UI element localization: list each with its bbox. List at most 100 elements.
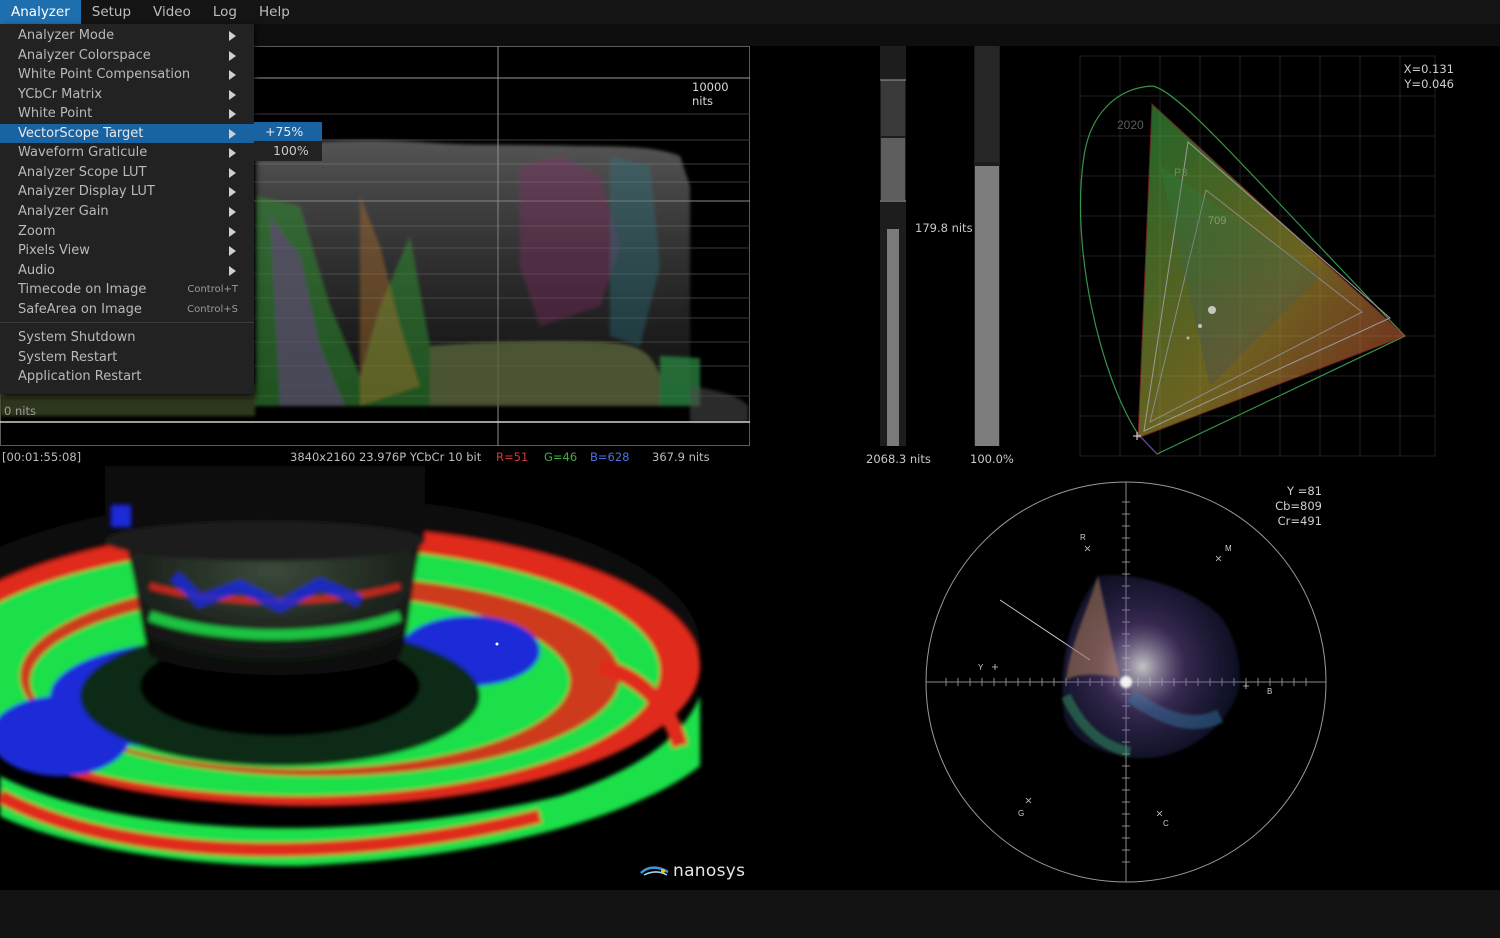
waveform-top-label: 10000 nits [692,80,729,108]
vectorscope-trace [1061,575,1240,759]
menu-item-label: System Restart [18,349,118,365]
menu-item-analyzer-scope-lut[interactable]: Analyzer Scope LUT [0,163,254,182]
menu-help[interactable]: Help [248,0,301,24]
target-m: M [1225,544,1232,553]
menu-item-label: SafeArea on Image [18,301,142,317]
menu-item-timecode-on-image[interactable]: Timecode on Image Control+T [0,280,254,299]
r-value: R=51 [496,450,529,464]
submenu-arrow-icon [229,167,236,178]
nanosys-logo: nanosys [640,860,745,882]
menu-video[interactable]: Video [142,0,202,24]
cie-readout: X=0.131 Y=0.046 [1396,62,1454,92]
menu-item-analyzer-gain[interactable]: Analyzer Gain [0,202,254,221]
gamut-label-709: 709 [1208,215,1226,227]
submenu-arrow-icon [229,265,236,276]
target-b: B [1267,687,1272,696]
menu-item-label: Analyzer Gain [18,203,109,219]
submenu-arrow-icon [229,109,236,120]
menu-item-pixels-view[interactable]: Pixels View [0,241,254,260]
menu-separator [0,322,254,323]
menu-item-label: Waveform Graticule [18,145,148,161]
menu-item-label: Pixels View [18,243,90,259]
menu-item-shortcut: Control+T [187,284,238,296]
cie-readout-y: Y=0.046 [1404,77,1454,91]
vectorscope-readout-cb: Cb=809 [1275,499,1322,513]
waveform-bottom-label: 0 nits [4,404,36,418]
submenu-arrow-icon [229,246,236,257]
menu-item-label: Application Restart [18,369,142,385]
g-value: G=46 [544,450,578,464]
submenu-arrow-icon [229,226,236,237]
cie-chromaticity-plot: 2020 P3 709 [1060,46,1480,466]
timecode: [00:01:55:08] [2,450,82,464]
b-value: B=628 [590,450,630,464]
submenu-item-100[interactable]: 100% [254,141,322,160]
status-strip [0,890,1500,938]
menu-item-label: Analyzer Display LUT [18,184,155,200]
percent-meter-fill [975,166,999,446]
logo-text: nanosys [673,861,746,881]
menu-item-label: Analyzer Scope LUT [18,164,147,180]
menu-bar: Analyzer Setup Video Log Help [0,0,1500,24]
target-r: R [1080,533,1086,542]
menu-item-audio[interactable]: Audio [0,261,254,280]
target-c: C [1163,819,1169,828]
menu-item-white-point-compensation[interactable]: White Point Compensation [0,65,254,84]
menu-item-system-shutdown[interactable]: System Shutdown [0,328,254,347]
cie-readout-x: X=0.131 [1403,62,1454,76]
gamut-label-p3: P3 [1174,167,1187,179]
submenu-arrow-icon [229,206,236,217]
format-info: 3840x2160 23.976P YCbCr 10 bit [290,450,482,464]
vectorscope-target-submenu: +75% 100% [254,122,322,161]
menu-item-label: VectorScope Target [18,125,144,141]
vectorscope-readout-y: Y =81 [1287,484,1322,498]
nits-meter-mid-label: 179.8 nits [915,221,973,235]
nits-meter-bottom-label: 2068.3 nits [866,452,931,466]
analyzer-menu-dropdown: Analyzer Mode Analyzer Colorspace White Po… [0,24,254,394]
menu-item-label: YCbCr Matrix [18,86,103,102]
menu-item-analyzer-colorspace[interactable]: Analyzer Colorspace [0,46,254,65]
nits-meter [880,46,906,446]
submenu-arrow-icon [229,50,236,61]
submenu-arrow-icon [229,70,236,81]
nits-meter-fill [887,229,899,446]
percent-meter [974,46,1000,446]
menu-item-white-point[interactable]: White Point [0,104,254,123]
nits-value: 367.9 nits [652,450,710,464]
gamut-label-2020: 2020 [1117,118,1144,132]
submenu-arrow-icon [229,31,236,41]
menu-setup[interactable]: Setup [81,0,142,24]
vectorscope-readout-cr: Cr=491 [1277,514,1322,528]
menu-item-system-restart[interactable]: System Restart [0,348,254,367]
menu-item-safearea-on-image[interactable]: SafeArea on Image Control+S [0,300,254,319]
false-color-image [0,466,760,890]
vectorscope: R M B C G Y [920,476,1332,888]
menu-item-ycbcr-matrix[interactable]: YCbCr Matrix [0,85,254,104]
menu-item-waveform-graticule[interactable]: Waveform Graticule [0,143,254,162]
nanosys-swoosh-icon [640,866,669,876]
menu-item-label: Analyzer Mode [18,28,115,43]
menu-item-label: White Point Compensation [18,67,191,83]
submenu-arrow-icon [229,187,236,198]
menu-item-zoom[interactable]: Zoom [0,222,254,241]
menu-log[interactable]: Log [202,0,248,24]
submenu-arrow-icon [229,89,236,100]
menu-item-label: Audio [18,262,55,278]
submenu-arrow-icon [229,148,236,159]
menu-item-shortcut: Control+S [187,303,238,315]
menu-item-label: Timecode on Image [18,282,147,298]
submenu-item-75[interactable]: +75% [254,122,322,141]
submenu-arrow-icon [229,128,236,139]
percent-meter-bottom-label: 100.0% [970,452,1014,466]
target-y: Y [978,663,984,672]
info-bar: [00:01:55:08] 3840x2160 23.976P YCbCr 10… [0,450,750,466]
menu-item-label: System Shutdown [18,330,136,345]
menu-item-application-restart[interactable]: Application Restart [0,367,254,386]
target-g: G [1018,809,1024,818]
menu-item-vectorscope-target[interactable]: VectorScope Target [0,123,254,143]
menu-analyzer[interactable]: Analyzer [0,0,81,24]
menu-item-analyzer-display-lut[interactable]: Analyzer Display LUT [0,182,254,201]
menu-item-label: White Point [18,106,93,122]
vectorscope-readout: Y =81 Cb=809 Cr=491 [1262,484,1322,529]
menu-item-analyzer-mode[interactable]: Analyzer Mode [0,26,254,45]
